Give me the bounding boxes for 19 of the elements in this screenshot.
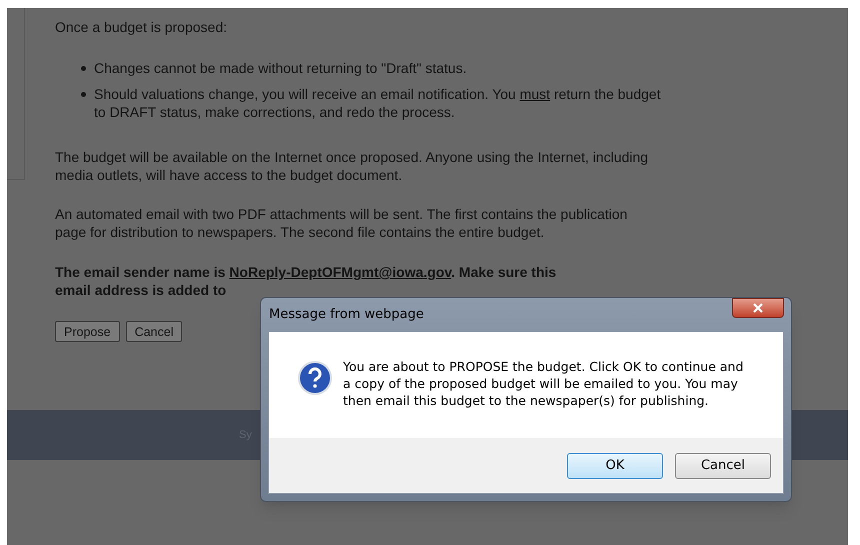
dialog-title: Message from webpage xyxy=(268,306,424,324)
form-button[interactable]: Propose xyxy=(55,321,120,342)
close-icon xyxy=(753,303,763,313)
dialog-message: You are about to PROPOSE the budget. Click OK to continue and a copy of the proposed budget will be emailed to you. You may then email this budget to the newspaper(s) for publishing. xyxy=(343,358,744,409)
close-button[interactable] xyxy=(732,298,784,318)
bullet-text: Should valuations change, you will receive an email notification. You must return the budget to DRAFT status, make corrections, and redo the process. xyxy=(94,85,662,121)
notice-text: email address is added to xyxy=(55,281,226,299)
notice-text: The email sender name is NoReply-DeptOFMgmt@iowa.gov. Make sure this xyxy=(55,263,558,281)
bullet-icon xyxy=(81,92,86,97)
dialog-button[interactable]: Cancel xyxy=(675,452,771,478)
email-link[interactable]: NoReply-DeptOFMgmt@iowa.gov xyxy=(229,264,452,280)
intro-text: Once a budget is proposed: xyxy=(55,18,228,36)
form-button[interactable]: Cancel xyxy=(126,321,182,342)
paragraph: An automated email with two PDF attachments will be sent. The first contains the publication page for distribution to newspapers. The second file contains the entire budget. xyxy=(55,205,628,241)
paragraph: The budget will be available on the Internet once proposed. Anyone using the Internet, including media outlets, will have access to the budget document. xyxy=(55,148,650,184)
dialog-button[interactable]: OK xyxy=(567,452,663,478)
question-icon xyxy=(297,360,333,396)
bullet-text: Changes cannot be made without returning to "Draft" status. xyxy=(94,59,467,77)
bullet-icon xyxy=(81,66,86,71)
